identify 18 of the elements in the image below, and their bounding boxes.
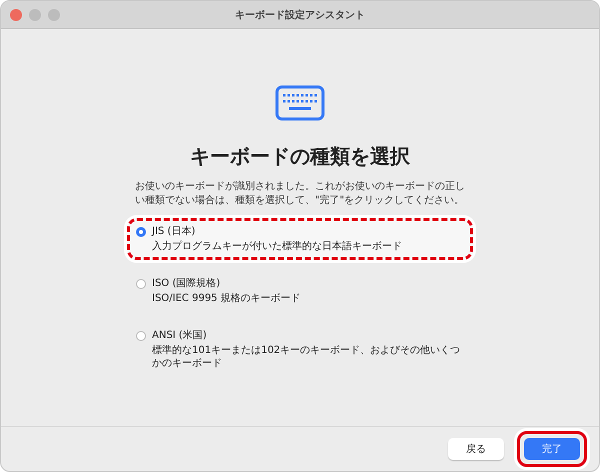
minimize-button[interactable]: [29, 8, 41, 20]
back-button[interactable]: 戻る: [448, 438, 504, 460]
option-detail: 入力プログラムキーが付いた標準的な日本語キーボード: [152, 240, 402, 253]
option-detail: 標準的な101キーまたは102キーのキーボード、およびその他いくつかのキーボード: [152, 344, 462, 370]
option-label: JIS (日本): [152, 225, 196, 238]
option-label: ANSI (米国): [152, 329, 208, 342]
zoom-button[interactable]: [48, 8, 60, 20]
heading: キーボードの種類を選択: [190, 143, 410, 170]
radio-button[interactable]: [136, 331, 146, 341]
radio-button[interactable]: [136, 227, 146, 237]
keyboard-icon: [275, 85, 325, 121]
option-detail: ISO/IEC 9995 規格のキーボード: [152, 292, 301, 305]
description: お使いのキーボードが識別されました。これがお使いのキーボードの正しい種類でない場合は、種類を選択して、"完了"をクリックしてください。: [135, 180, 465, 208]
close-button[interactable]: [10, 8, 22, 20]
done-button[interactable]: 完了: [524, 438, 580, 460]
radio-button[interactable]: [136, 279, 146, 289]
window-title: キーボード設定アシスタント: [234, 8, 366, 22]
option-label: ISO (国際規格): [152, 277, 222, 290]
